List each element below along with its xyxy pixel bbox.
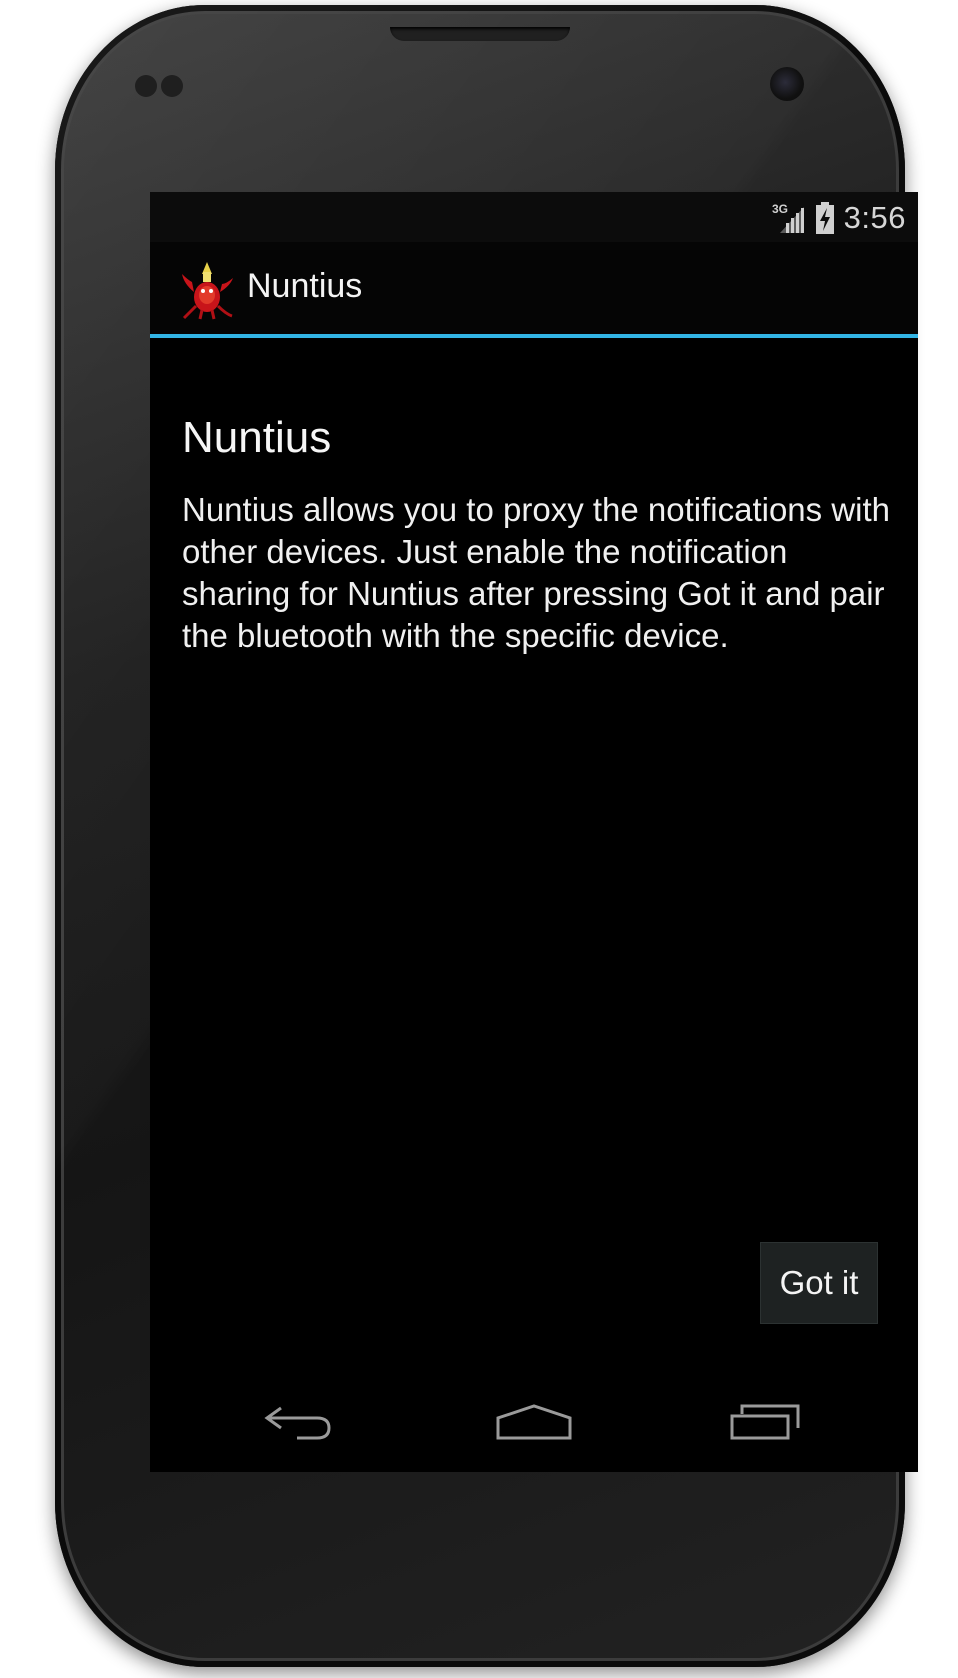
recent-apps-icon <box>730 1404 800 1440</box>
back-icon <box>264 1406 331 1440</box>
light-sensor <box>161 75 183 97</box>
app-logo-icon[interactable] <box>178 260 236 320</box>
status-icons: 3G 3:56 <box>772 200 906 236</box>
recent-apps-button[interactable] <box>706 1390 826 1454</box>
signal-3g-icon: 3G <box>772 202 804 233</box>
got-it-button[interactable]: Got it <box>760 1242 878 1324</box>
home-button[interactable] <box>474 1390 594 1454</box>
dialog-message: Nuntius allows you to proxy the notifica… <box>182 491 891 654</box>
dialog-title: Nuntius <box>182 413 332 462</box>
network-type-label: 3G <box>772 202 788 216</box>
status-bar: 3G 3:56 <box>150 192 918 242</box>
back-button[interactable] <box>238 1390 358 1454</box>
navigation-bar <box>150 1372 918 1472</box>
front-camera <box>770 67 804 101</box>
action-bar: Nuntius <box>150 242 918 338</box>
status-time: 3:56 <box>843 200 906 235</box>
battery-charging-icon <box>815 202 834 234</box>
earpiece-speaker <box>390 27 570 41</box>
action-bar-title: Nuntius <box>247 267 363 305</box>
home-icon <box>496 1404 572 1440</box>
proximity-sensor <box>135 75 157 97</box>
device-screen: 3G 3:56 Nuntius Nuntius Nuntius allows y… <box>150 192 918 1472</box>
phone-frame: 3G 3:56 Nuntius Nuntius Nuntius allows y… <box>55 5 918 1667</box>
